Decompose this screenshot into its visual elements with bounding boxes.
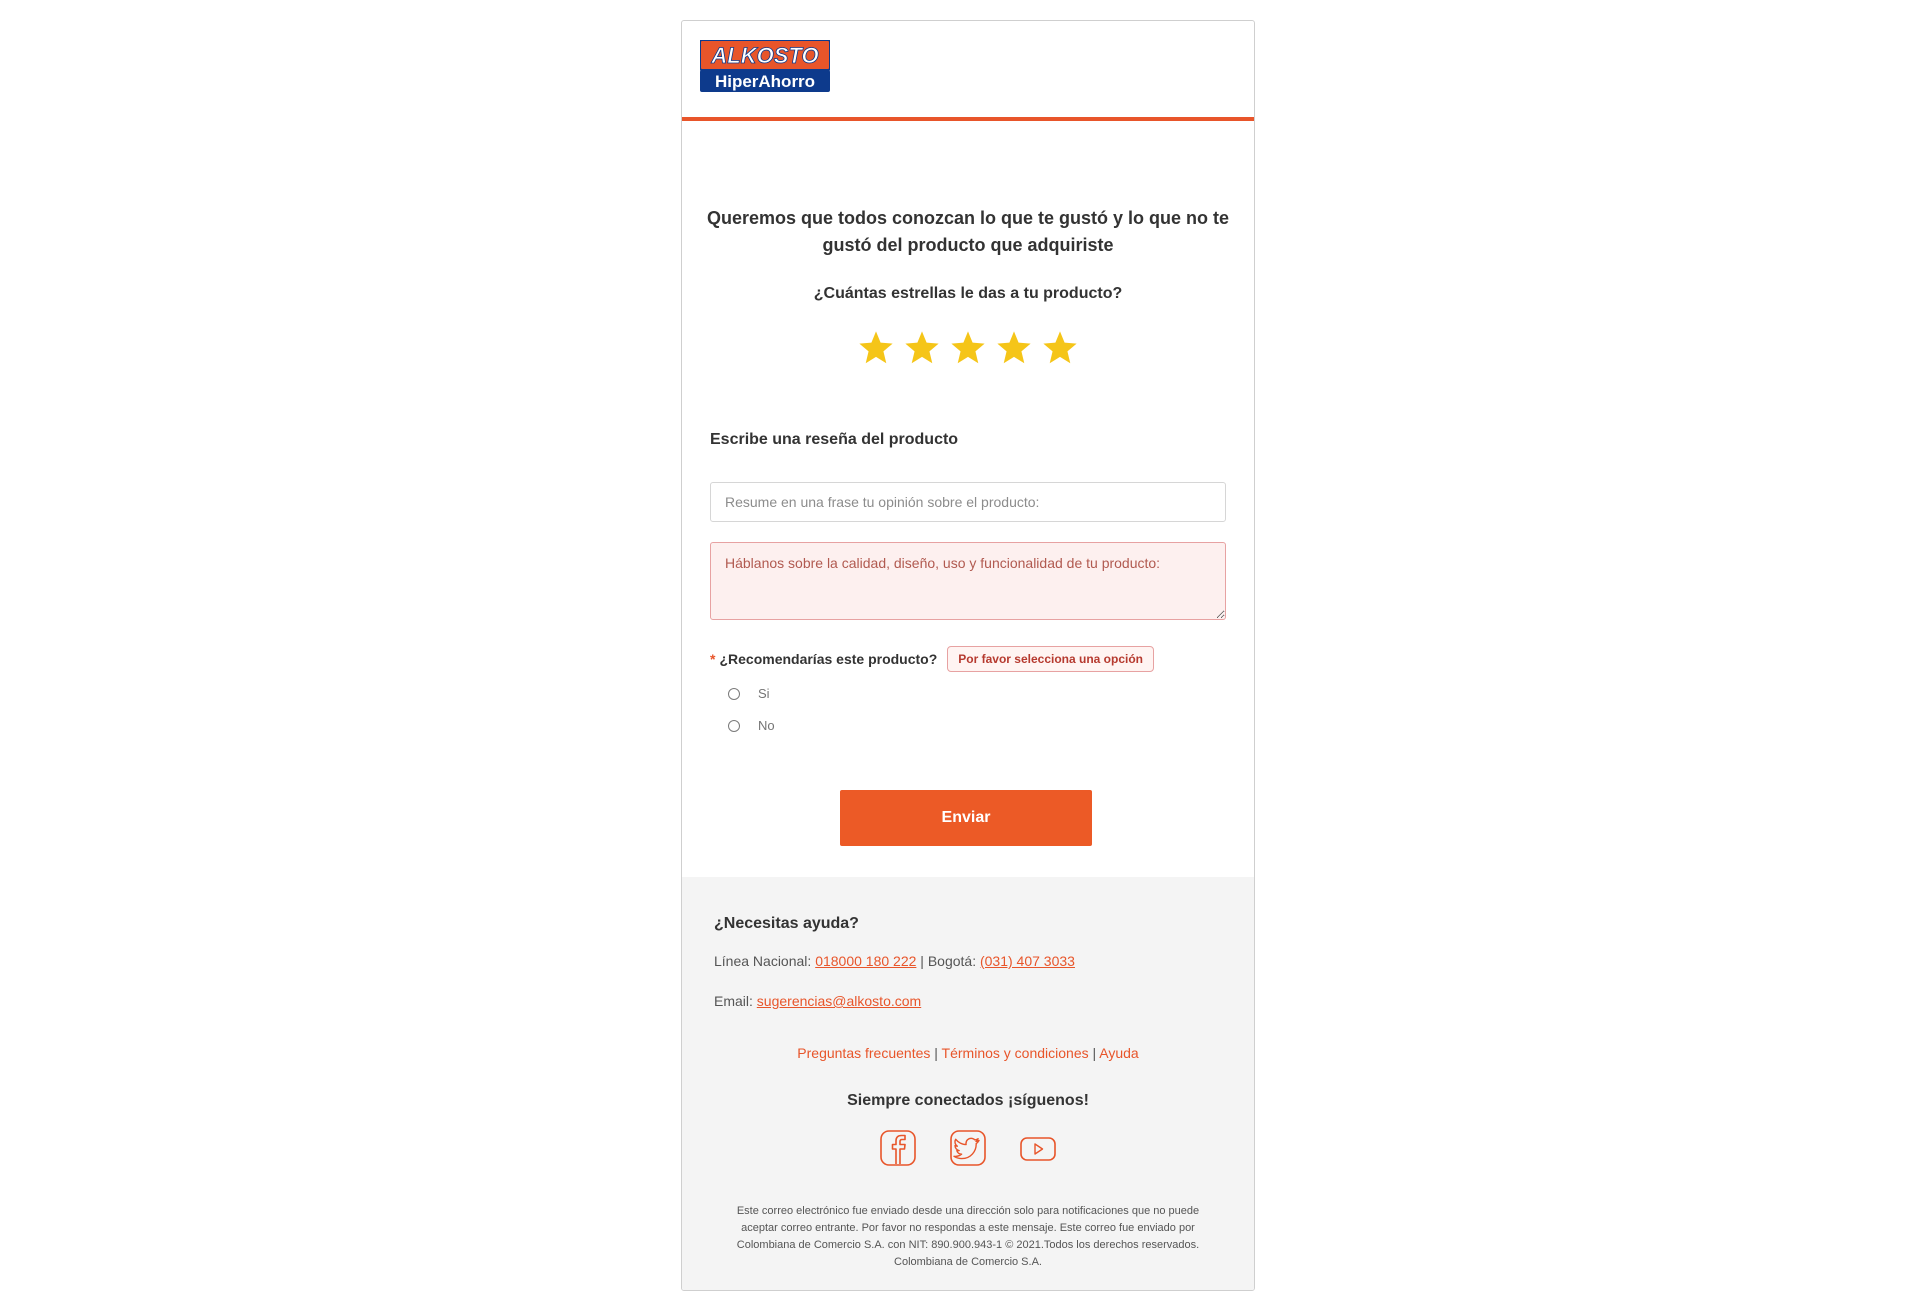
separator: | <box>1092 1045 1097 1061</box>
summary-input[interactable] <box>710 482 1226 522</box>
terms-link[interactable]: Términos y condiciones <box>942 1045 1089 1061</box>
logo-text-bottom: HiperAhorro <box>715 72 815 91</box>
facebook-icon[interactable] <box>878 1128 918 1168</box>
star-icon[interactable] <box>903 329 941 367</box>
star-icon[interactable] <box>1041 329 1079 367</box>
review-form: Queremos que todos conozcan lo que te gu… <box>682 121 1254 877</box>
radio-no[interactable] <box>728 719 740 732</box>
star-icon[interactable] <box>857 329 895 367</box>
review-label: Escribe una reseña del producto <box>710 431 959 448</box>
footer-links: Preguntas frecuentes | Términos y condic… <box>682 1045 1254 1061</box>
email-card: ALKOSTO HiperAhorro Queremos que todos c… <box>681 20 1255 1291</box>
bogota-phone-link[interactable]: (031) 407 3033 <box>980 953 1075 969</box>
radio-si[interactable] <box>728 687 740 700</box>
twitter-icon[interactable] <box>948 1128 988 1168</box>
national-phone-link[interactable]: 018000 180 222 <box>815 953 916 969</box>
recommend-label-text: ¿Recomendarías este producto? <box>719 651 938 667</box>
recommend-error-tooltip: Por favor selecciona una opción <box>947 646 1154 672</box>
separator: | <box>934 1045 938 1061</box>
radio-option-no[interactable]: No <box>728 718 775 733</box>
national-label: Línea Nacional: <box>714 953 812 969</box>
logo-text-top: ALKOSTO <box>710 43 818 68</box>
star-icon[interactable] <box>949 329 987 367</box>
help-link[interactable]: Ayuda <box>1099 1045 1138 1061</box>
radio-option-si[interactable]: Si <box>728 686 770 701</box>
bogota-label: Bogotá: <box>927 953 977 969</box>
radio-label-no: No <box>758 718 775 733</box>
social-title: Siempre conectados ¡síguenos! <box>847 1092 1089 1109</box>
disclaimer: Este correo electrónico fue enviado desd… <box>736 1205 1200 1268</box>
detail-textarea[interactable] <box>710 542 1226 620</box>
required-mark: * <box>710 651 716 667</box>
email-label: Email: <box>714 993 753 1009</box>
email-footer: ¿Necesitas ayuda? Línea Nacional: 018000… <box>682 877 1254 1290</box>
faq-link[interactable]: Preguntas frecuentes <box>797 1045 930 1061</box>
stars-question: ¿Cuántas estrellas le das a tu producto? <box>813 285 1123 302</box>
separator: | <box>920 953 924 969</box>
youtube-icon[interactable] <box>1018 1128 1058 1168</box>
social-icons <box>682 1128 1254 1168</box>
help-title: ¿Necesitas ayuda? <box>714 915 859 932</box>
star-rating <box>682 329 1254 367</box>
recommend-question-row: * ¿Recomendarías este producto? Por favor… <box>710 646 1154 672</box>
recommend-label: * ¿Recomendarías este producto? <box>710 651 937 667</box>
email-line: Email: sugerencias@alkosto.com <box>714 993 921 1009</box>
radio-label-si: Si <box>758 686 770 701</box>
phone-line: Línea Nacional: 018000 180 222 | Bogotá:… <box>714 953 1075 969</box>
alkosto-logo: ALKOSTO HiperAhorro <box>700 40 830 92</box>
send-button[interactable]: Enviar <box>840 790 1092 846</box>
email-link[interactable]: sugerencias@alkosto.com <box>757 993 921 1009</box>
page-title: Queremos que todos conozcan lo que te gu… <box>706 208 1230 255</box>
email-header: ALKOSTO HiperAhorro <box>682 21 1254 121</box>
star-icon[interactable] <box>995 329 1033 367</box>
